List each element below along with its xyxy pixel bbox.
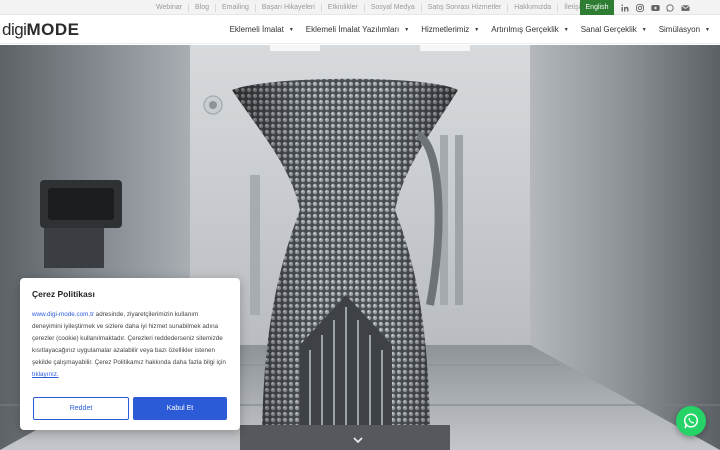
mail-icon[interactable]	[680, 3, 690, 13]
site-link[interactable]: www.digi-mode.com.tr	[32, 311, 94, 318]
nav-label: Sanal Gerçeklik	[580, 25, 637, 34]
cookie-body: adresinde, ziyaretçilerimizin kullanım d…	[32, 311, 226, 366]
top-link-events[interactable]: Etkinlikler	[322, 3, 365, 12]
caret-down-icon: ▼	[404, 26, 410, 33]
top-link-about[interactable]: Hakkımızda	[508, 3, 559, 12]
caret-down-icon: ▼	[288, 26, 294, 33]
accept-button[interactable]: Kabul Et	[133, 397, 227, 420]
nav-am-software[interactable]: Eklemeli İmalat Yazılımları ▼	[300, 15, 415, 44]
top-utility-bar: Webinar Blog Emailing Başarı Hikayeleri …	[0, 0, 720, 15]
top-link-emailing[interactable]: Emailing	[216, 3, 256, 12]
nav-label: Simülasyon	[658, 25, 701, 34]
social-icons	[620, 0, 690, 15]
whatsapp-icon	[683, 413, 699, 429]
top-link-success-stories[interactable]: Başarı Hikayeleri	[256, 3, 322, 12]
cookie-title: Çerez Politikası	[32, 289, 95, 299]
logo-text-mode: MODE	[26, 20, 80, 39]
nav-augmented-reality[interactable]: Artırılmış Gerçeklik ▼	[485, 15, 575, 44]
logo-text-digi: digi	[2, 20, 27, 39]
caret-down-icon: ▼	[563, 26, 569, 33]
nav-services[interactable]: Hizmetlerimiz ▼	[415, 15, 485, 44]
main-nav: Eklemeli İmalat ▼ Eklemeli İmalat Yazılım…	[224, 15, 716, 44]
nav-label: Eklemeli İmalat Yazılımları	[305, 25, 400, 34]
cookie-consent-dialog: Çerez Politikası www.digi-mode.com.tr ad…	[20, 278, 240, 430]
nav-simulation[interactable]: Simülasyon ▼	[653, 15, 716, 44]
caret-down-icon: ▼	[641, 26, 647, 33]
cookie-buttons: Reddet Kabul Et	[33, 397, 227, 420]
top-link-blog[interactable]: Blog	[189, 3, 217, 12]
instagram-icon[interactable]	[635, 3, 645, 13]
top-link-webinar[interactable]: Webinar	[150, 3, 189, 12]
caret-down-icon: ▼	[474, 26, 480, 33]
nav-label: Eklemeli İmalat	[229, 25, 284, 34]
youtube-icon[interactable]	[650, 3, 660, 13]
reject-button[interactable]: Reddet	[33, 397, 129, 420]
language-button[interactable]: English	[580, 0, 614, 15]
whatsapp-icon[interactable]	[665, 3, 675, 13]
cookie-more-link[interactable]: tıklayınız.	[32, 371, 59, 378]
site-logo[interactable]: digi MODE	[2, 20, 79, 40]
top-links: Webinar Blog Emailing Başarı Hikayeleri …	[150, 0, 592, 15]
caret-down-icon: ▼	[705, 26, 710, 33]
whatsapp-chat-button[interactable]	[676, 406, 706, 436]
main-header: digi MODE Eklemeli İmalat ▼ Eklemeli İmal…	[0, 15, 720, 44]
nav-label: Artırılmış Gerçeklik	[491, 25, 559, 34]
chevron-down-icon[interactable]	[352, 432, 364, 444]
top-link-social-media[interactable]: Sosyal Medya	[365, 3, 422, 12]
linkedin-icon[interactable]	[620, 3, 630, 13]
nav-additive-manufacturing[interactable]: Eklemeli İmalat ▼	[224, 15, 300, 44]
cookie-text: www.digi-mode.com.tr adresinde, ziyaretç…	[32, 309, 228, 381]
nav-virtual-reality[interactable]: Sanal Gerçeklik ▼	[575, 15, 653, 44]
nav-label: Hizmetlerimiz	[421, 25, 470, 34]
top-link-after-sales[interactable]: Satış Sonrası Hizmetler	[422, 3, 509, 12]
